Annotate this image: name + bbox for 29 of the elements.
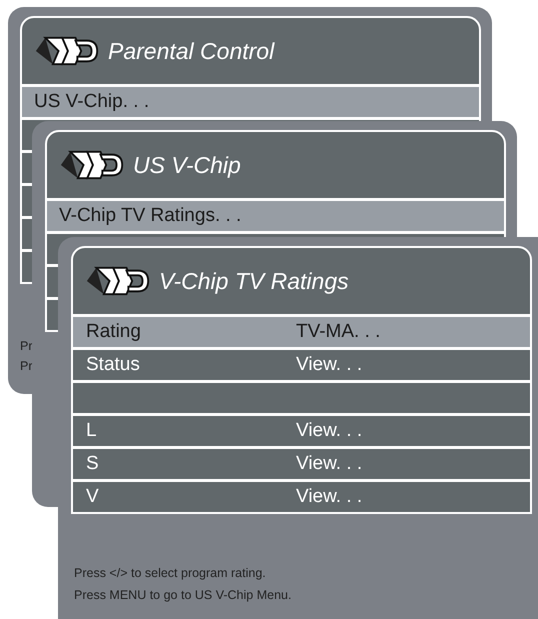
row-value: View. . .: [296, 486, 362, 508]
menu-row[interactable]: Status View. . .: [73, 347, 530, 380]
row-value: TV-MA. . .: [296, 321, 380, 343]
row-label: V-Chip TV Ratings. . .: [59, 205, 242, 227]
hint-text: Press MENU to go to US V-Chip Menu.: [74, 587, 292, 604]
row-label: L: [86, 420, 98, 442]
row-label: Status: [86, 354, 141, 376]
row-value: View. . .: [296, 354, 362, 376]
logo-icon: [85, 264, 151, 298]
row-value: View. . .: [296, 453, 362, 475]
row-label: US V-Chip. . .: [34, 91, 150, 113]
row-label: V: [86, 486, 100, 508]
row-label: Rating: [86, 321, 142, 343]
menu-row[interactable]: S View. . .: [73, 446, 530, 479]
logo-icon: [59, 148, 125, 182]
hint-text: Pr: [20, 338, 32, 355]
menu-row[interactable]: V-Chip TV Ratings. . .: [47, 198, 504, 231]
menu-title: US V-Chip: [133, 152, 241, 178]
row-label: S: [86, 453, 100, 475]
menu-row[interactable]: Rating TV-MA. . .: [73, 314, 530, 347]
row-value: View. . .: [296, 420, 362, 442]
hint-text: Press </> to select program rating.: [74, 565, 266, 582]
menu-row[interactable]: V View. . .: [73, 479, 530, 512]
menu-row[interactable]: L View. . .: [73, 413, 530, 446]
logo-icon: [34, 34, 100, 68]
menu-title: Parental Control: [108, 38, 274, 64]
hint-text: Pr: [20, 358, 32, 375]
menu-row[interactable]: US V-Chip. . .: [22, 84, 479, 117]
menu-title: V-Chip TV Ratings: [159, 268, 349, 294]
